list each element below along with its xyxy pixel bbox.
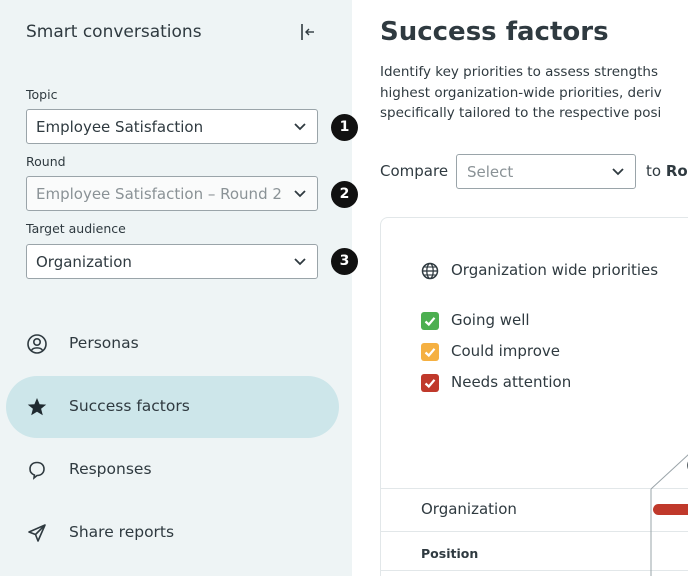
nav-item-personas[interactable]: Personas: [6, 313, 339, 375]
nav-item-success-factors[interactable]: Success factors: [6, 376, 339, 438]
round-label: Round: [26, 154, 66, 169]
nav-label-success-factors: Success factors: [69, 397, 190, 415]
description-line: Identify key priorities to assess streng…: [380, 64, 659, 80]
round-select-value: Employee Satisfaction – Round 2: [36, 185, 282, 203]
check-icon: [421, 374, 439, 392]
nav-label-share-reports: Share reports: [69, 523, 175, 541]
nav-item-share-reports[interactable]: Share reports: [6, 502, 339, 564]
target-audience-select-value: Organization: [36, 253, 132, 271]
compare-target-value: Rou: [665, 162, 688, 180]
chat-bubble-icon: [29, 461, 45, 480]
legend-label: Going well: [451, 311, 530, 329]
chevron-down-icon: [612, 168, 624, 176]
main-content: Success factors Identify key priorities …: [352, 0, 688, 576]
globe-icon: [421, 262, 439, 280]
nav-item-responses[interactable]: Responses: [6, 439, 339, 501]
row-label-position: Position: [421, 546, 479, 561]
sidebar-title: Smart conversations: [26, 22, 202, 42]
send-icon: [28, 524, 46, 542]
check-icon: [421, 343, 439, 361]
compare-target: to Rou: [646, 162, 688, 180]
user-circle-icon: [27, 334, 47, 354]
target-audience-label: Target audience: [26, 221, 126, 236]
compare-select-placeholder: Select: [467, 163, 514, 181]
to-label: to: [646, 162, 662, 180]
row-label-organization: Organization: [421, 500, 517, 518]
priorities-card: Organization wide priorities Going well …: [380, 217, 688, 576]
legend-title: Organization wide priorities: [451, 261, 659, 279]
nav-label-personas: Personas: [69, 334, 139, 352]
legend-label: Needs attention: [451, 373, 572, 391]
compare-label: Compare: [380, 162, 449, 180]
sidebar: Smart conversations Topic Employee Satis…: [0, 0, 358, 576]
description-line: highest organization-wide priorities, de…: [380, 84, 662, 101]
round-select[interactable]: Employee Satisfaction – Round 2: [26, 176, 318, 211]
description-line: specifically tailored to the respective …: [380, 105, 662, 121]
page-title: Success factors: [380, 17, 609, 47]
check-icon: [421, 312, 439, 330]
chevron-down-icon: [294, 123, 306, 131]
topic-select-value: Employee Satisfaction: [36, 118, 204, 136]
nav-label-responses: Responses: [69, 460, 152, 478]
organization-priority-bar: [653, 504, 688, 515]
legend-item-going-well: Going well: [421, 310, 681, 332]
compare-select[interactable]: Select: [456, 154, 636, 189]
page-description: Identify key priorities to assess streng…: [380, 62, 688, 124]
target-audience-select[interactable]: Organization: [26, 244, 318, 279]
collapse-left-icon: [301, 24, 314, 40]
chevron-down-icon: [294, 258, 306, 266]
collapse-sidebar-button[interactable]: [296, 21, 318, 43]
priority-bar-chart: (: [650, 454, 688, 576]
topic-label: Topic: [26, 87, 58, 102]
legend-item-needs-attention: Needs attention: [421, 372, 681, 394]
chevron-down-icon: [294, 190, 306, 198]
topic-select[interactable]: Employee Satisfaction: [26, 109, 318, 144]
star-icon: [27, 398, 47, 416]
legend-label: Could improve: [451, 342, 561, 360]
legend-item-could-improve: Could improve: [421, 341, 681, 363]
